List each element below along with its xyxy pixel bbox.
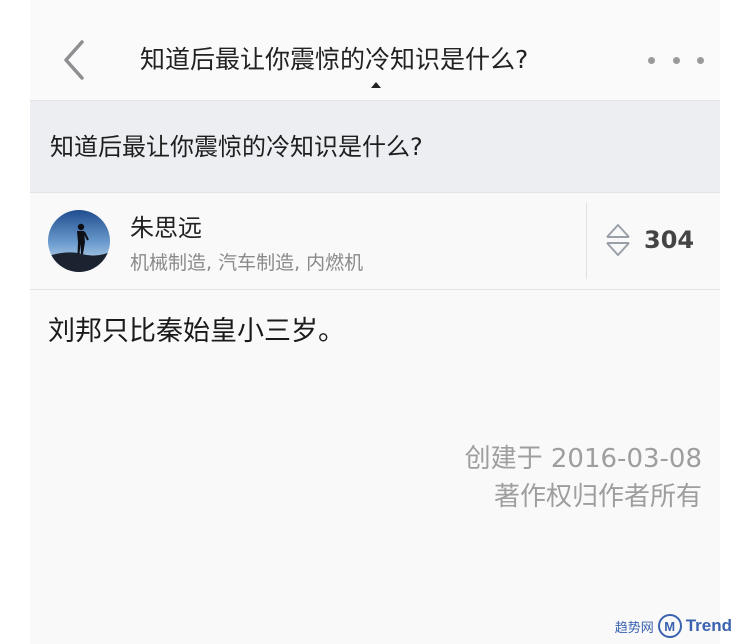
answer-screen: 知道后最让你震惊的冷知识是什么? 知道后最让你震惊的冷知识是什么? 朱思远 机械… (30, 0, 720, 644)
avatar-silhouette-icon (48, 210, 110, 272)
author-bio: 机械制造, 汽车制造, 内燃机 (130, 252, 364, 274)
watermark: 趋势网 M Trend (615, 614, 732, 638)
caret-up-icon (371, 82, 381, 88)
watermark-brand: Trend (685, 616, 732, 635)
author-row: 朱思远 机械制造, 汽车制造, 内燃机 304 (30, 193, 720, 290)
back-button[interactable] (60, 38, 90, 82)
chevron-left-icon (64, 40, 84, 80)
more-dot-icon (648, 56, 655, 64)
created-date: 创建于 2016-03-08 (464, 444, 702, 474)
vote-button[interactable] (604, 220, 632, 260)
nav-title[interactable]: 知道后最让你震惊的冷知识是什么? (140, 40, 620, 80)
watermark-cn-text: 趋势网 (614, 620, 654, 636)
vote-divider (586, 203, 587, 279)
avatar[interactable] (48, 210, 110, 272)
watermark-logo-icon: M (657, 614, 682, 638)
more-dot-icon (697, 56, 704, 64)
question-header[interactable]: 知道后最让你震惊的冷知识是什么? (30, 100, 720, 193)
vote-count: 304 (644, 226, 695, 254)
copyright-notice: 著作权归作者所有 (493, 482, 702, 512)
answer-meta: 创建于 2016-03-08 著作权归作者所有 (465, 440, 702, 516)
author-name[interactable]: 朱思远 (130, 211, 202, 245)
more-button[interactable] (648, 48, 704, 72)
top-nav-bar: 知道后最让你震惊的冷知识是什么? (30, 0, 720, 100)
question-title[interactable]: 知道后最让你震惊的冷知识是什么? (50, 129, 423, 165)
vote-arrows-icon (606, 224, 630, 256)
answer-text: 刘邦只比秦始皇小三岁。 (48, 316, 345, 347)
more-dot-icon (672, 56, 680, 64)
